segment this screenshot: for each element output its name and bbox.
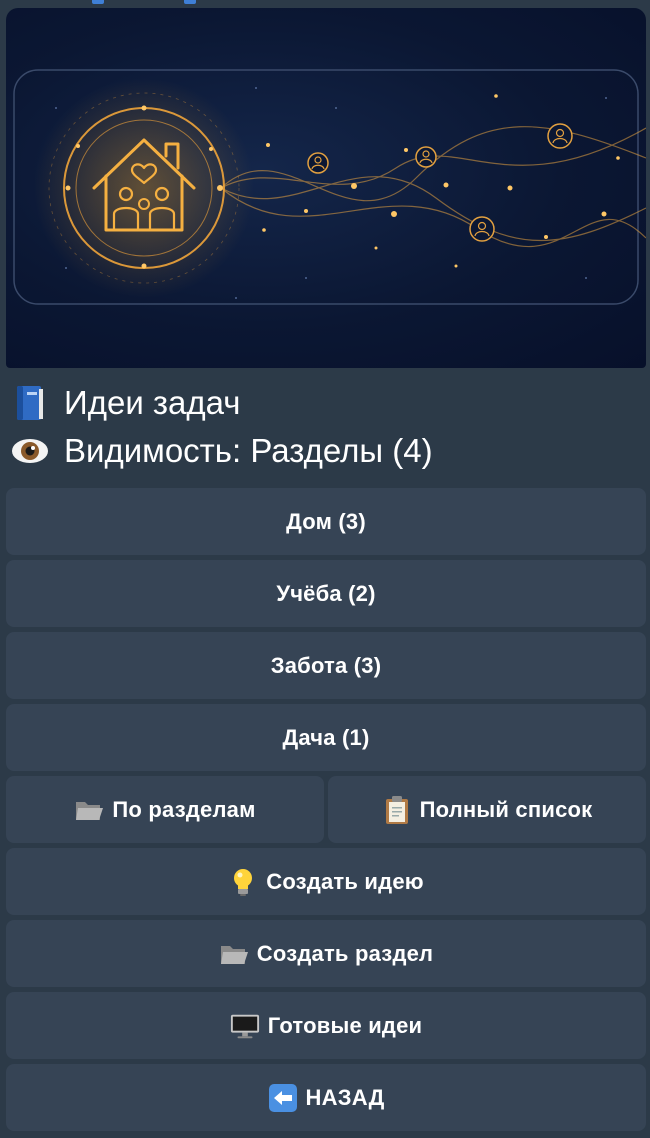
- button-label: Учёба (2): [276, 580, 376, 606]
- light-bulb-icon: [228, 867, 258, 897]
- full-list-button[interactable]: Полный список: [328, 776, 646, 843]
- clipboard-icon: [382, 795, 412, 825]
- family-house-network-illustration: [13, 69, 646, 305]
- button-label: Дом (3): [286, 508, 366, 534]
- left-arrow-icon: [268, 1083, 298, 1113]
- eye-icon: [10, 431, 50, 471]
- button-label: НАЗАД: [305, 1084, 385, 1110]
- blue-book-icon: [10, 383, 50, 423]
- button-label: Забота (3): [270, 652, 382, 678]
- button-label: Дача (1): [282, 724, 370, 750]
- open-folder-icon: [219, 939, 249, 969]
- section-button-study[interactable]: Учёба (2): [6, 560, 646, 627]
- create-idea-button[interactable]: Создать идею: [6, 848, 646, 915]
- create-section-button[interactable]: Создать раздел: [6, 920, 646, 987]
- ready-ideas-button[interactable]: Готовые идеи: [6, 992, 646, 1059]
- edge-mark: [184, 0, 196, 4]
- previous-message-edge: [0, 0, 650, 8]
- banner-image: [6, 8, 646, 368]
- back-button[interactable]: НАЗАД: [6, 1064, 646, 1131]
- button-label: Создать идею: [266, 868, 424, 894]
- open-folder-icon: [74, 795, 104, 825]
- visibility-text: Видимость: Разделы (4): [64, 432, 433, 469]
- by-sections-button[interactable]: По разделам: [6, 776, 324, 843]
- desktop-computer-icon: [230, 1011, 260, 1041]
- button-label: Полный список: [419, 796, 593, 822]
- visibility-line: Видимость: Разделы (4): [10, 431, 433, 471]
- button-label: Готовые идеи: [267, 1012, 423, 1038]
- section-button-home[interactable]: Дом (3): [6, 488, 646, 555]
- title-text: Идеи задач: [64, 384, 241, 421]
- section-button-care[interactable]: Забота (3): [6, 632, 646, 699]
- message-title: Идеи задач: [10, 383, 241, 423]
- button-label: По разделам: [112, 796, 256, 822]
- edge-mark: [92, 0, 104, 4]
- section-button-dacha[interactable]: Дача (1): [6, 704, 646, 771]
- button-label: Создать раздел: [256, 940, 434, 966]
- chat-message-screen: Идеи задач Видимость: Разделы (4) Дом (3…: [0, 0, 650, 1138]
